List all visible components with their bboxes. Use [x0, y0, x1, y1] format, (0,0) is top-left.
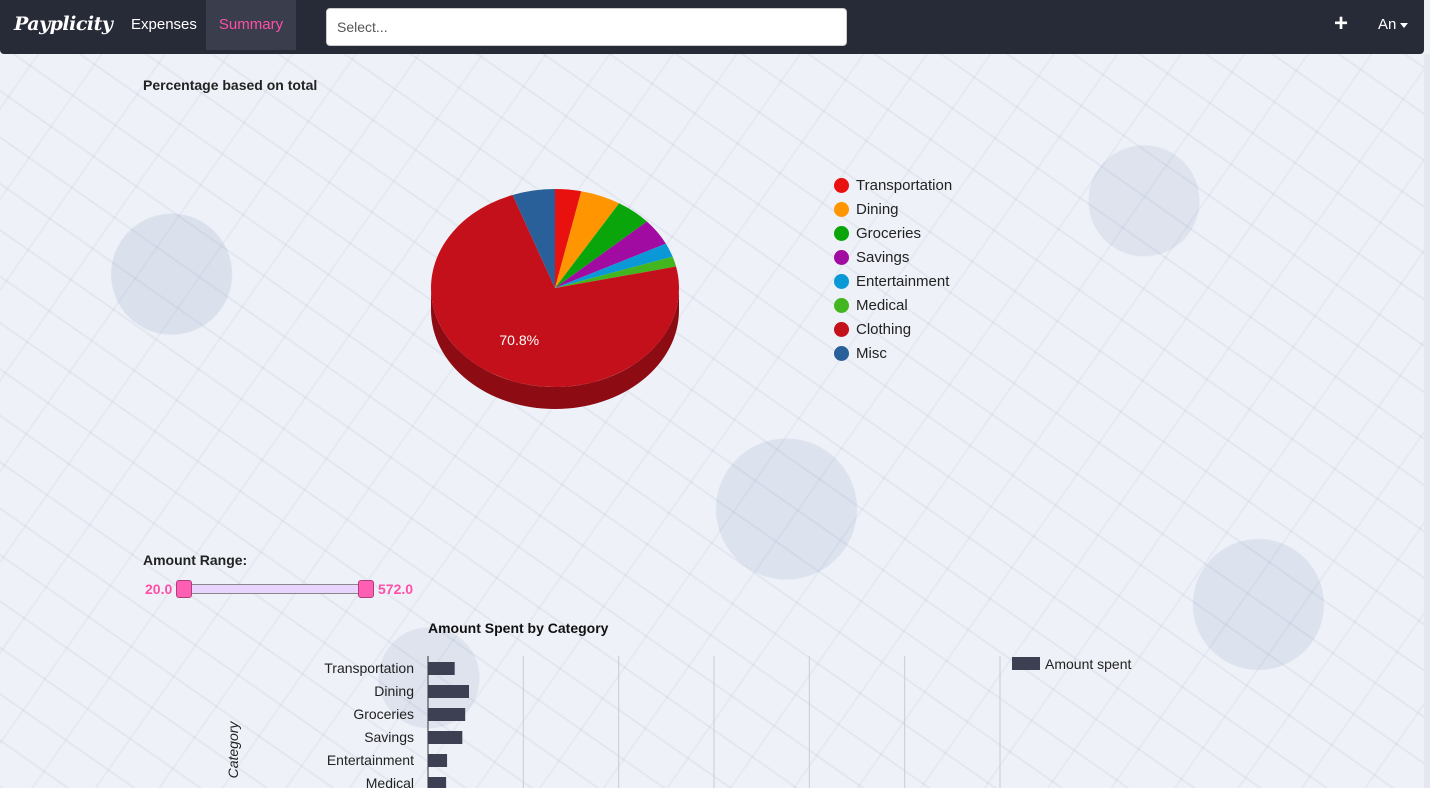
- bar-category-label: Transportation: [324, 660, 414, 676]
- bar-category-label: Savings: [364, 729, 414, 745]
- bar-category-label: Groceries: [353, 706, 414, 722]
- bar-entertainment[interactable]: [428, 754, 448, 767]
- bar-legend-swatch: [1012, 657, 1040, 670]
- bar-category-label: Entertainment: [327, 752, 414, 768]
- bar-savings[interactable]: [428, 731, 463, 744]
- bar-category-label: Medical: [366, 775, 414, 788]
- bar-dining[interactable]: [428, 685, 469, 698]
- bar-chart: Transportation Dining Groceries Savings Ente…: [225, 656, 1131, 788]
- bar-transportation[interactable]: [428, 662, 455, 675]
- bar-medical[interactable]: [428, 777, 447, 788]
- bar-category-label: Dining: [374, 683, 414, 699]
- bar-legend-label: Amount spent: [1045, 656, 1131, 672]
- bar-y-axis-label: Category: [225, 721, 241, 779]
- bar-groceries[interactable]: [428, 708, 466, 721]
